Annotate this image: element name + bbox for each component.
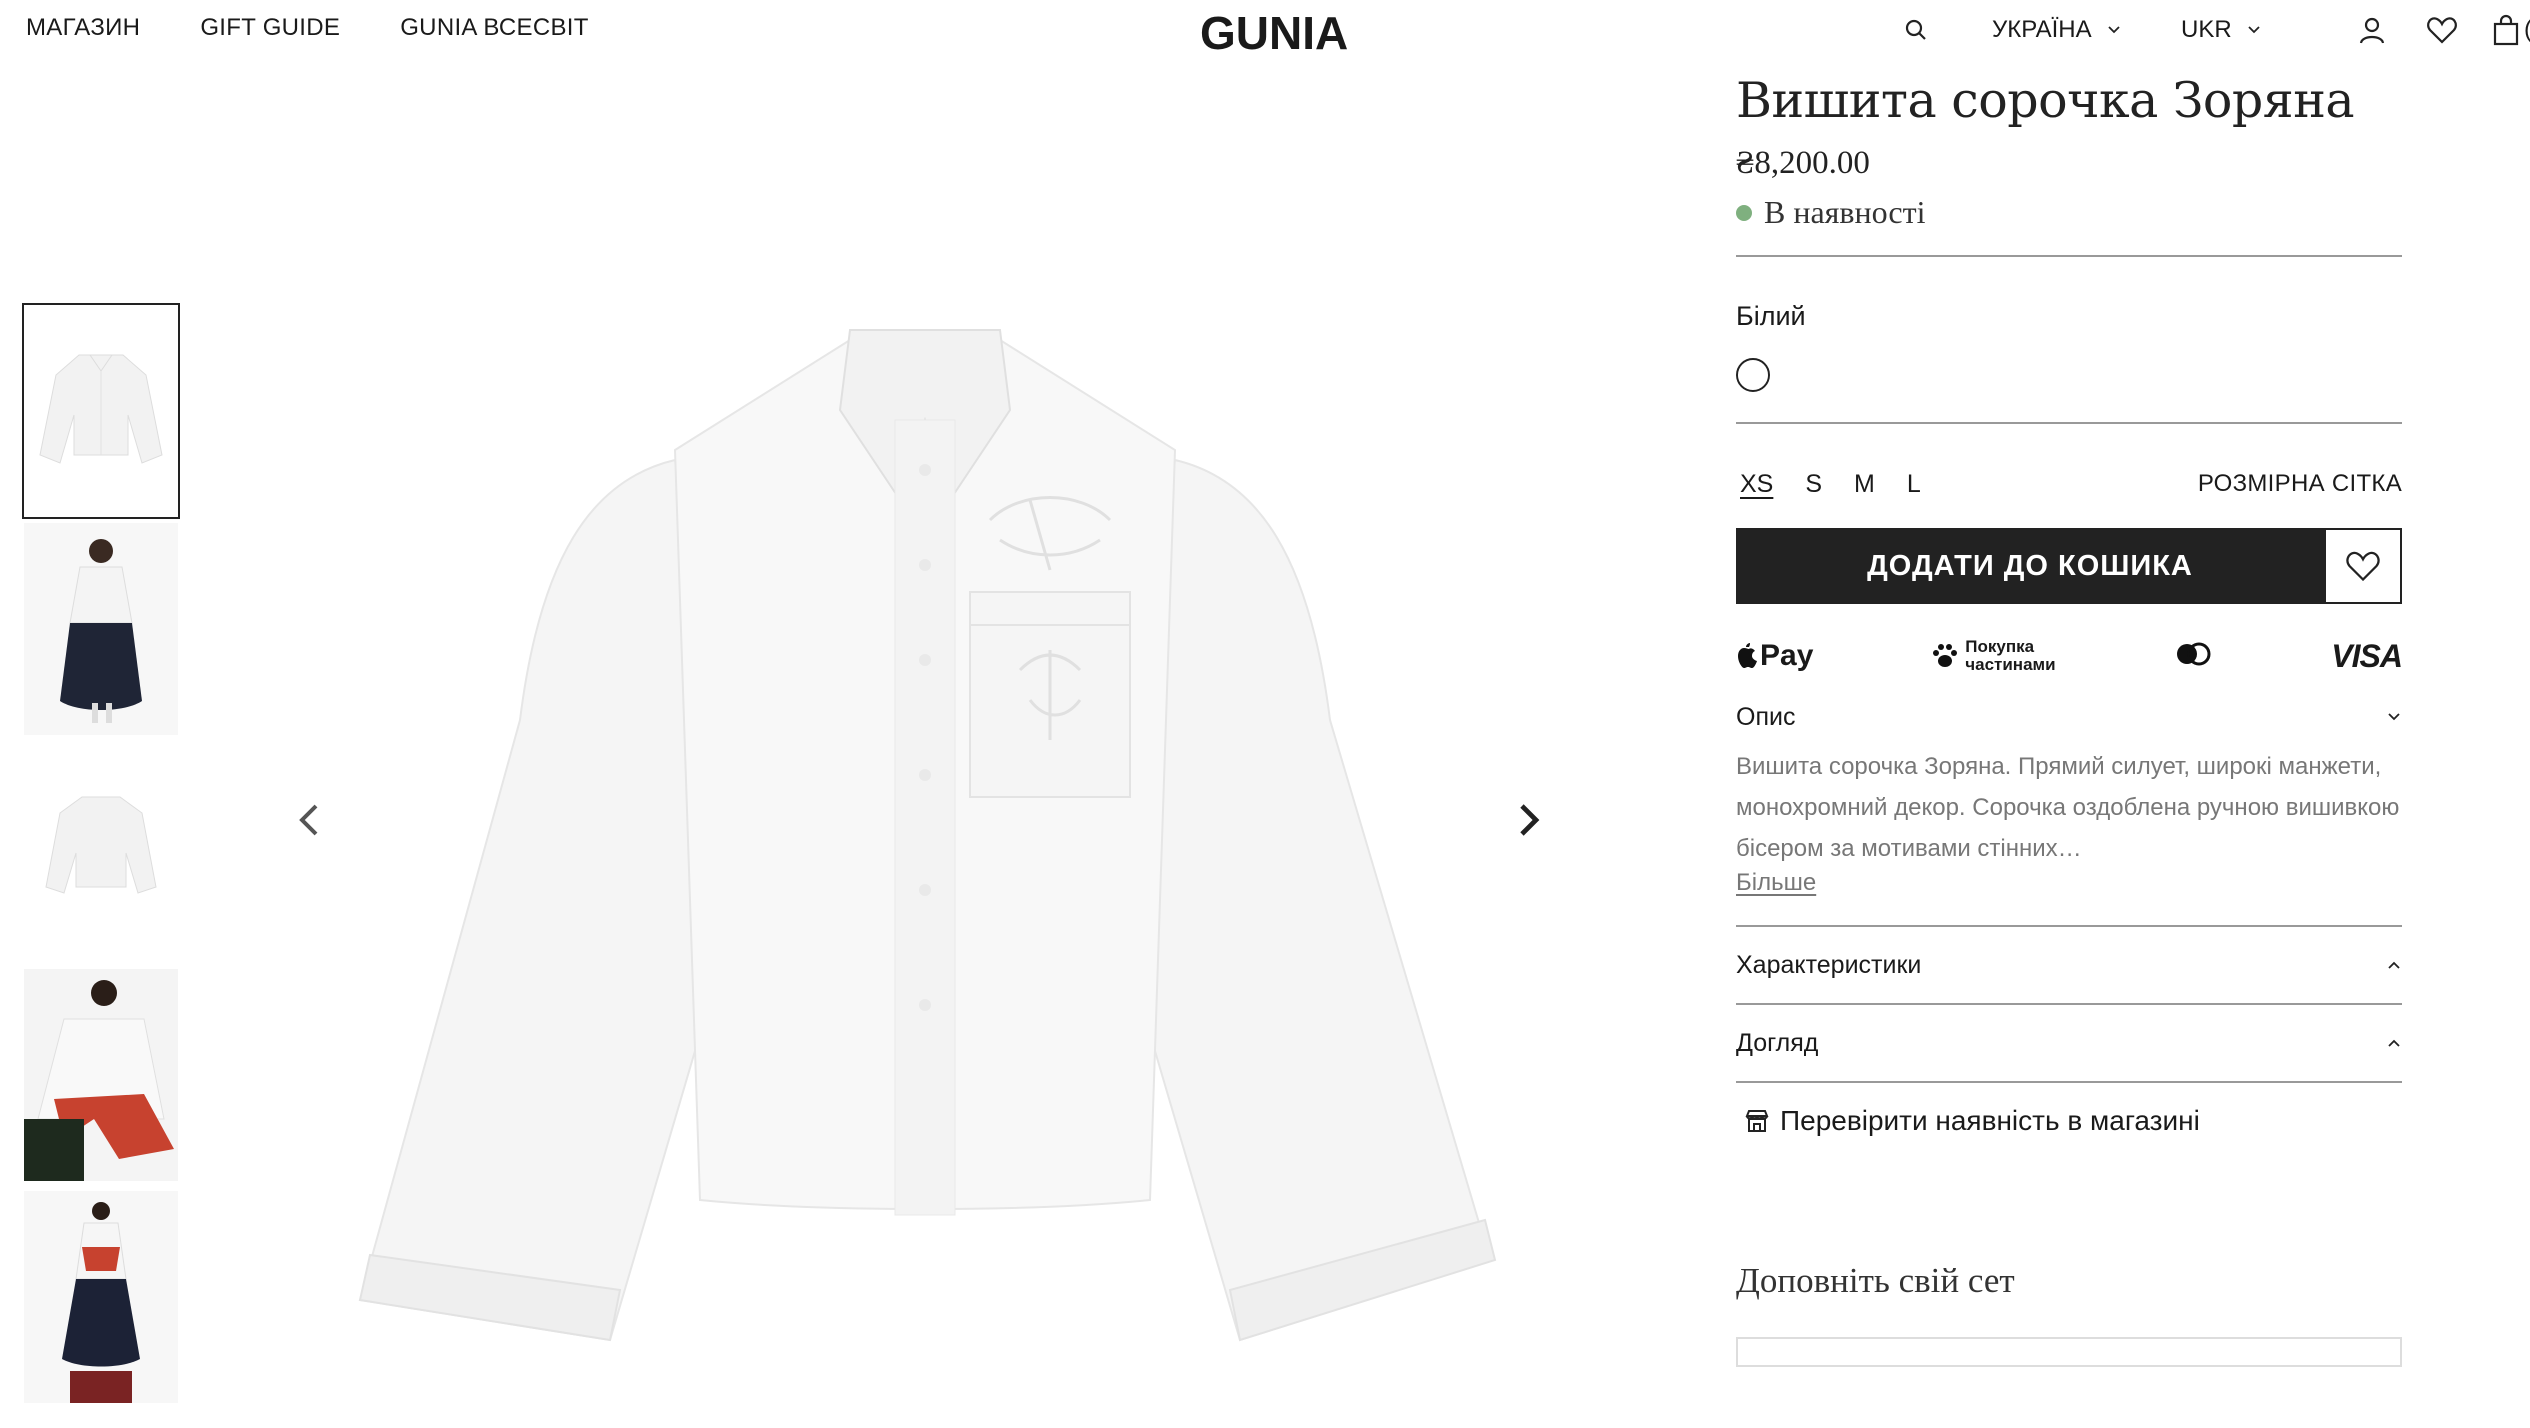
check-store-availability-button[interactable]: Перевірити наявність в магазині <box>1736 1105 2402 1137</box>
cart-icon[interactable] <box>2488 12 2524 48</box>
heart-icon <box>2346 551 2380 582</box>
chevron-down-icon <box>2108 26 2120 34</box>
installments-logo: Покупка частинами <box>1931 637 2056 674</box>
divider <box>1736 255 2402 257</box>
stock-status: В наявності <box>1736 194 2402 231</box>
chevron-up-icon <box>2388 1039 2400 1047</box>
size-option-l[interactable]: L <box>1907 470 1921 499</box>
previous-image-arrow[interactable] <box>290 800 330 840</box>
next-image-arrow[interactable] <box>1508 800 1548 840</box>
complete-set-heading: Доповніть свій сет <box>1736 1261 2015 1300</box>
installments-line1: Покупка <box>1965 637 2035 656</box>
chevron-up-icon <box>2388 961 2400 969</box>
product-panel: Вишита сорочка Зоряна ₴8,200.00 В наявно… <box>1736 72 2403 1367</box>
complete-set-container <box>1736 1337 2402 1367</box>
divider <box>1736 422 2402 424</box>
color-swatch-white[interactable] <box>1736 358 1770 392</box>
account-icon[interactable] <box>2354 12 2390 48</box>
wishlist-icon[interactable] <box>2424 12 2460 48</box>
search-icon[interactable] <box>1898 12 1934 48</box>
in-stock-dot-icon <box>1736 204 1752 221</box>
country-selector[interactable]: УКРАЇНА <box>1992 16 2122 44</box>
check-store-label: Перевірити наявність в магазині <box>1780 1105 2200 1136</box>
size-option-xs[interactable]: XS <box>1740 470 1773 499</box>
size-option-s[interactable]: S <box>1805 470 1822 499</box>
thumbnail-model-full-look[interactable] <box>24 1191 178 1403</box>
thumbnail-model-red-sweater[interactable] <box>24 969 178 1181</box>
site-header: МАГАЗИН GIFT GUIDE GUNIA ВСЕСВІТ GUNIA У… <box>0 0 2530 62</box>
description-text: Вишита сорочка Зоряна. Прямий силует, ши… <box>1736 753 2400 862</box>
characteristics-accordion[interactable]: Характеристики <box>1736 927 2402 1003</box>
cart-count[interactable]: (0 <box>2524 16 2530 44</box>
product-title: Вишита сорочка Зоряна <box>1736 72 2355 129</box>
characteristics-title: Характеристики <box>1736 950 1922 979</box>
description-title: Опис <box>1736 702 1796 731</box>
store-icon <box>1745 1110 1769 1132</box>
add-to-wishlist-button[interactable] <box>2324 528 2402 604</box>
size-row: XS S M L РОЗМІРНА СІТКА <box>1736 464 2402 504</box>
description-header[interactable]: Опис <box>1736 688 2402 746</box>
chevron-down-icon <box>2388 713 2400 721</box>
chevron-right-icon <box>1520 804 1540 836</box>
size-options: XS S M L <box>1736 470 1921 499</box>
nav-shop[interactable]: МАГАЗИН <box>26 14 140 42</box>
size-chart-link[interactable]: РОЗМІРНА СІТКА <box>2198 470 2402 498</box>
chevron-left-icon <box>299 804 318 836</box>
care-title: Догляд <box>1736 1028 1819 1057</box>
thumbnail-shirt-front[interactable] <box>22 303 180 519</box>
language-label: UKR <box>2181 16 2232 43</box>
care-accordion[interactable]: Догляд <box>1736 1005 2402 1081</box>
apple-pay-label: Pay <box>1760 639 1814 672</box>
thumbnail-shirt-back[interactable] <box>24 745 178 957</box>
visa-logo: VISA <box>2331 637 2403 674</box>
chevron-down-icon <box>2248 26 2260 34</box>
size-option-m[interactable]: M <box>1854 470 1875 499</box>
apple-pay-logo: Pay <box>1736 639 1813 673</box>
mastercard-logo <box>2173 642 2213 671</box>
apple-icon <box>1738 643 1757 668</box>
thumbnail-model-skirt[interactable] <box>24 523 178 735</box>
cart-actions: ДОДАТИ ДО КОШИКА <box>1736 528 2402 604</box>
stock-label: В наявності <box>1764 194 1926 230</box>
mastercard-icon <box>2177 642 2211 665</box>
nav-gunia-universe[interactable]: GUNIA ВСЕСВІТ <box>400 14 588 42</box>
main-nav: МАГАЗИН GIFT GUIDE GUNIA ВСЕСВІТ <box>26 14 589 42</box>
main-product-image[interactable] <box>290 300 1560 1400</box>
read-more-link[interactable]: Більше <box>1736 869 1816 897</box>
gunia-logo[interactable]: GUNIA <box>1200 6 1348 60</box>
language-selector[interactable]: UKR <box>2181 16 2262 44</box>
color-name: Білий <box>1736 301 1806 331</box>
paw-icon <box>1933 644 1958 667</box>
country-label: УКРАЇНА <box>1992 16 2092 43</box>
payment-methods: Pay Покупка частинами VISA <box>1736 636 2403 676</box>
description-accordion: Опис Вишита сорочка Зоряна. Прямий силуе… <box>1736 688 2402 897</box>
add-to-cart-button[interactable]: ДОДАТИ ДО КОШИКА <box>1736 528 2324 604</box>
installments-line2: частинами <box>1965 655 2056 674</box>
product-price: ₴8,200.00 <box>1736 145 1870 181</box>
nav-gift-guide[interactable]: GIFT GUIDE <box>200 14 340 42</box>
divider <box>1736 1081 2402 1083</box>
